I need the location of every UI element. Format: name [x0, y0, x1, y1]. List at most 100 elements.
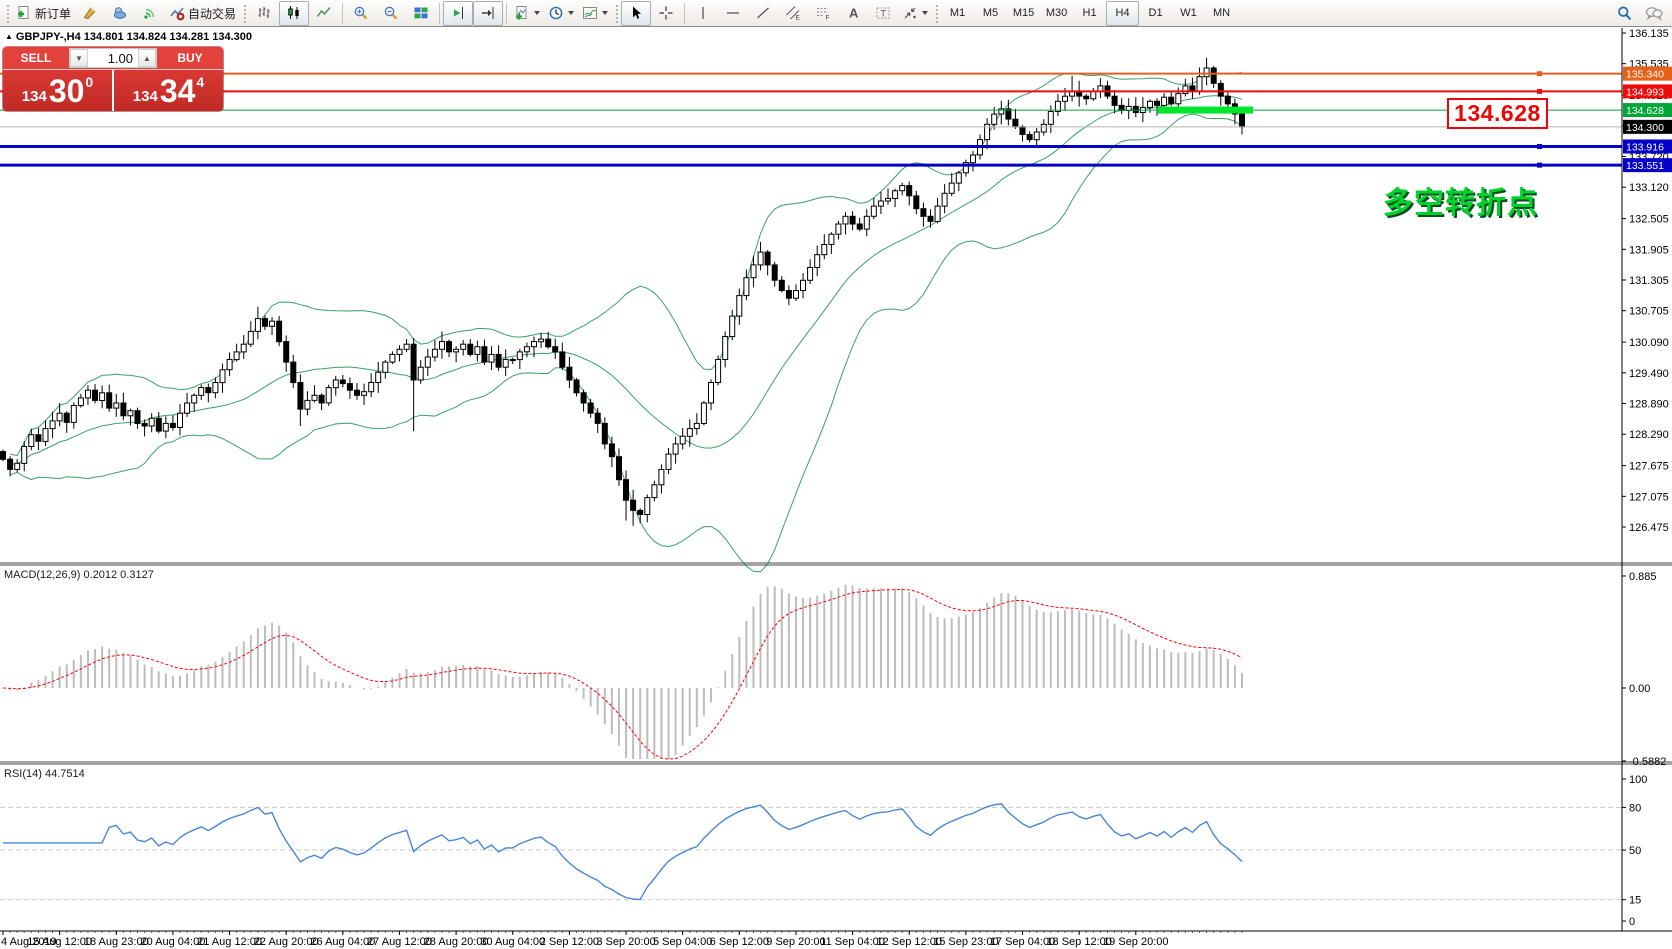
candle-body [1048, 112, 1053, 125]
search-button[interactable] [1609, 1, 1639, 26]
timeframe-M15[interactable]: M15 [1007, 1, 1040, 26]
candle-body [1240, 114, 1245, 127]
candles-chart-button[interactable] [279, 1, 309, 26]
candle-body [574, 380, 579, 393]
timeframe-W1[interactable]: W1 [1172, 1, 1205, 26]
toolbar-grip[interactable] [614, 3, 619, 23]
trendline-button[interactable] [748, 1, 778, 26]
candle-body [404, 344, 409, 349]
auto-scroll-button[interactable] [443, 1, 473, 26]
timeframe-MN[interactable]: MN [1205, 1, 1238, 26]
candle-body [510, 360, 515, 361]
candle-body [765, 252, 770, 265]
zoom-in-button[interactable] [346, 1, 376, 26]
candle-body [1197, 77, 1202, 91]
text-button[interactable]: A [838, 1, 868, 26]
volume-decrease-button[interactable]: ▼ [70, 49, 88, 67]
candle-body [71, 406, 76, 423]
horizontal-line-button[interactable] [718, 1, 748, 26]
zoom-out-button[interactable] [376, 1, 406, 26]
candle-body [921, 209, 926, 217]
bars-chart-button[interactable] [249, 1, 279, 26]
candle-body [815, 255, 820, 268]
price-line-handle [1537, 144, 1542, 149]
toolbar-grip[interactable] [242, 3, 247, 23]
indicators-button[interactable] [510, 1, 544, 26]
candle-body [482, 347, 487, 362]
candle-body [475, 347, 480, 355]
template-icon [582, 5, 598, 21]
tile-windows-button[interactable] [406, 1, 436, 26]
channel-button[interactable]: E [778, 1, 808, 26]
candle-body [347, 384, 352, 391]
symbol-quotes: 134.801 134.824 134.281 134.300 [84, 31, 252, 43]
buy-button[interactable]: BUY [157, 47, 223, 69]
svg-text:F: F [826, 15, 830, 22]
sell-price[interactable]: 134 30 0 [3, 70, 112, 111]
macd-indicator-label: MACD(12,26,9) 0.2012 0.3127 [4, 569, 154, 581]
auto-scroll-icon [450, 5, 466, 21]
timeframe-group: M1M5M15M30H1H4D1W1MN [941, 1, 1238, 26]
dropdown-caret [568, 11, 574, 15]
mql5-community-button[interactable] [105, 1, 135, 26]
sell-button[interactable]: SELL [3, 47, 69, 69]
timeframe-M1[interactable]: M1 [941, 1, 974, 26]
timeframe-D1[interactable]: D1 [1139, 1, 1172, 26]
new-order-button[interactable]: 新订单 [12, 1, 75, 26]
timeframe-H1[interactable]: H1 [1073, 1, 1106, 26]
candle-body [517, 352, 522, 360]
price-annotation-box[interactable]: 134.628 [1447, 98, 1548, 129]
price-tick-label: 131.305 [1629, 275, 1669, 287]
candle-body [178, 413, 183, 427]
candle-body [878, 201, 883, 206]
chart-canvas[interactable]: 136.135135.535134.920134.320133.720133.1… [0, 0, 1672, 949]
buy-price-prefix: 134 [133, 88, 158, 105]
toolbar-grip[interactable] [934, 3, 939, 23]
auto-trading-button[interactable]: 自动交易 [165, 1, 240, 26]
timeframe-M5[interactable]: M5 [974, 1, 1007, 26]
candle-body [1112, 96, 1117, 105]
candle-body [397, 349, 402, 354]
arrows-button[interactable] [898, 1, 932, 26]
candle-body [539, 339, 544, 342]
price-tick-label: 130.090 [1629, 337, 1669, 349]
crosshair-icon [658, 5, 674, 21]
candles-chart-icon [286, 5, 302, 21]
buy-price[interactable]: 134 34 4 [114, 70, 223, 111]
candle-body [850, 216, 855, 224]
search-icon [1616, 5, 1633, 22]
timeframe-H4[interactable]: H4 [1106, 1, 1139, 26]
cursor-button[interactable] [621, 1, 651, 26]
timeframe-M30[interactable]: M30 [1040, 1, 1073, 26]
market-depth-button[interactable] [75, 1, 105, 26]
volume-increase-button[interactable]: ▲ [138, 49, 156, 67]
candle-body [86, 390, 91, 398]
candle-body [900, 186, 905, 191]
fibonacci-button[interactable]: F [808, 1, 838, 26]
candle-body [1204, 68, 1209, 77]
chart-shift-button[interactable] [473, 1, 503, 26]
candle-body [1183, 86, 1188, 94]
candle-body [737, 296, 742, 317]
periods-button[interactable] [544, 1, 578, 26]
candle-body [864, 216, 869, 229]
date-label: 30 Aug 04:00 [480, 936, 545, 948]
tile-windows-icon [413, 5, 429, 21]
candle-body [1190, 86, 1195, 91]
signals-button[interactable] [135, 1, 165, 26]
chat-icon [1645, 5, 1663, 21]
crosshair-button[interactable] [651, 1, 681, 26]
vertical-line-button[interactable] [688, 1, 718, 26]
candle-body [1098, 86, 1103, 91]
templates-button[interactable] [578, 1, 612, 26]
clock-icon [548, 5, 564, 21]
collapse-triangle-icon[interactable]: ▲ [5, 32, 13, 41]
candle-body [468, 344, 473, 354]
text-label-button[interactable]: T [868, 1, 898, 26]
line-chart-button[interactable] [309, 1, 339, 26]
chat-button[interactable] [1639, 1, 1669, 26]
volume-input[interactable]: 1.00 [88, 49, 138, 67]
price-tick-label: 133.120 [1629, 182, 1669, 194]
date-label: 19 Sep 20:00 [1103, 936, 1168, 948]
toolbar-grip[interactable] [5, 3, 10, 23]
